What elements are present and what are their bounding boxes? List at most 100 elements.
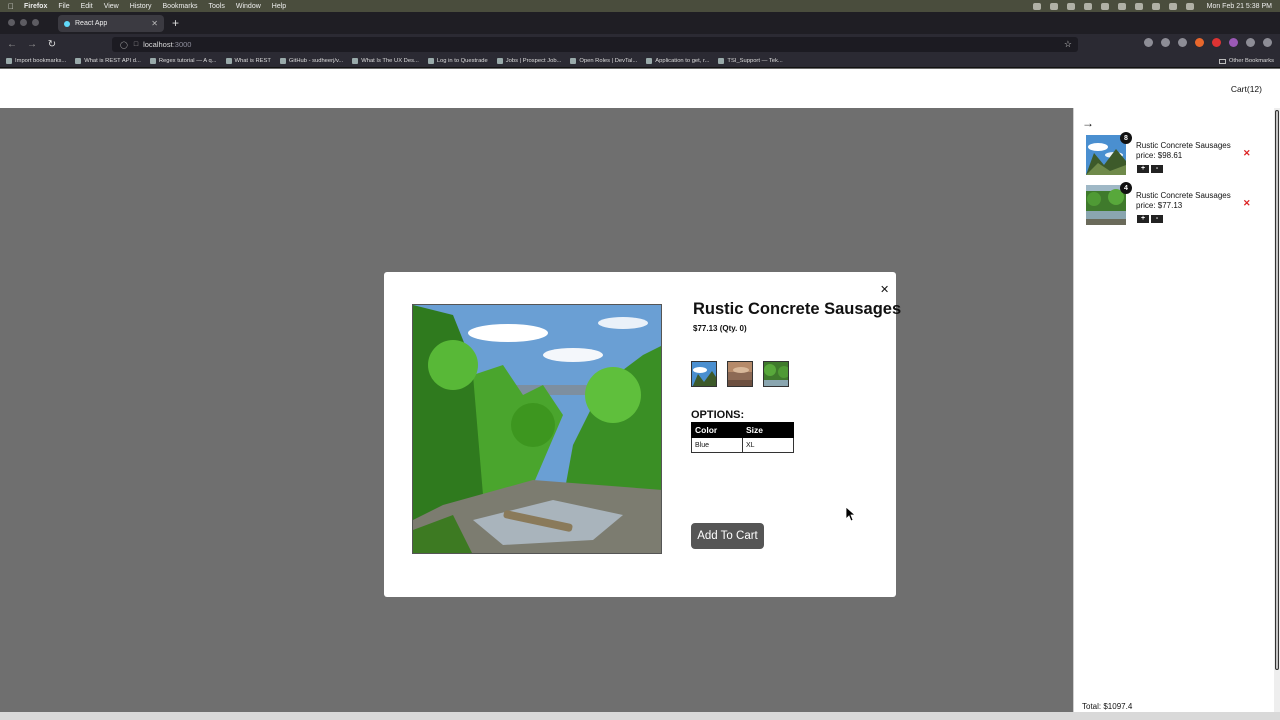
- bookmark-item[interactable]: Regex tutorial — A q...: [149, 58, 217, 64]
- search-icon[interactable]: [1168, 2, 1177, 10]
- close-tab-icon[interactable]: ✕: [151, 19, 158, 28]
- cart-link[interactable]: Cart(12): [1231, 84, 1262, 94]
- option-color-value[interactable]: Blue: [691, 437, 743, 453]
- macos-menu-bar:  Firefox File Edit View History Bookmar…: [0, 0, 1280, 12]
- bookmark-item[interactable]: What Is The UX Des...: [352, 58, 419, 64]
- bookmark-label: GitHub - sudheerj/v...: [288, 58, 344, 64]
- menu-file[interactable]: File: [58, 3, 69, 10]
- menu-bookmarks[interactable]: Bookmarks: [163, 3, 198, 10]
- browser-tab[interactable]: React App ✕: [58, 15, 164, 32]
- bookmark-item[interactable]: Application to get, r...: [646, 58, 709, 64]
- url-port: :3000: [172, 40, 192, 49]
- browser-nav-bar: ← → ↻ ◯ □ localhost:3000 ☆: [0, 34, 1280, 55]
- product-thumbnail[interactable]: [691, 361, 717, 387]
- cart-qty-controls: + -: [1137, 165, 1163, 173]
- increase-qty-button[interactable]: +: [1137, 165, 1149, 173]
- forward-icon[interactable]: →: [22, 39, 42, 50]
- product-main-image: [412, 304, 662, 554]
- close-window-icon[interactable]: [8, 19, 15, 26]
- library-icon[interactable]: [1178, 38, 1187, 47]
- arrow-right-icon[interactable]: →: [1082, 117, 1094, 129]
- options-table: Color Size Blue XL: [691, 422, 794, 453]
- scrollbar-thumb[interactable]: [1275, 110, 1279, 670]
- github-icon: [279, 58, 286, 64]
- page-info-icon[interactable]: □: [134, 41, 138, 48]
- account-icon[interactable]: [1246, 38, 1255, 47]
- remove-item-icon[interactable]: ✕: [1243, 198, 1251, 209]
- bookmark-item[interactable]: What is REST: [225, 58, 271, 64]
- control-center-icon[interactable]: [1185, 2, 1194, 10]
- url-bar[interactable]: ◯ □ localhost:3000 ☆: [112, 37, 1078, 52]
- bookmark-item[interactable]: Open Roles | DevTal...: [570, 58, 637, 64]
- bookmark-icon: [149, 58, 156, 64]
- app-header: Cart(12): [0, 69, 1280, 108]
- status-icon[interactable]: [1100, 2, 1109, 10]
- reload-icon[interactable]: ↻: [42, 39, 62, 50]
- window-controls: [8, 19, 39, 26]
- pocket-icon[interactable]: [1144, 38, 1153, 47]
- option-size-value[interactable]: XL: [742, 437, 794, 453]
- options-header-row: Color Size: [691, 422, 794, 438]
- product-thumbnail[interactable]: [727, 361, 753, 387]
- menu-window[interactable]: Window: [236, 3, 261, 10]
- product-title: Rustic Concrete Sausages: [693, 300, 902, 318]
- options-header-color: Color: [691, 422, 743, 438]
- close-modal-icon[interactable]: ✕: [880, 283, 889, 296]
- menu-clock[interactable]: Mon Feb 21 5:38 PM: [1207, 3, 1272, 10]
- new-tab-icon[interactable]: +: [172, 16, 179, 30]
- status-icon[interactable]: [1032, 2, 1041, 10]
- bookmark-label: Jobs | Prospect Job...: [505, 58, 562, 64]
- status-icon[interactable]: [1066, 2, 1075, 10]
- overflow-menu-icon[interactable]: [1263, 38, 1272, 47]
- menu-tools[interactable]: Tools: [209, 3, 225, 10]
- page-content: Cart(12) → 8 Rustic Concrete Sausages pr…: [0, 69, 1280, 712]
- bookmark-item[interactable]: Import bookmarks...: [6, 58, 66, 64]
- bookmark-icon: [496, 58, 503, 64]
- battery-icon[interactable]: [1151, 2, 1160, 10]
- status-icon[interactable]: [1083, 2, 1092, 10]
- menu-app-name[interactable]: Firefox: [24, 3, 47, 10]
- menu-history[interactable]: History: [130, 3, 152, 10]
- minimize-window-icon[interactable]: [20, 19, 27, 26]
- increase-qty-button[interactable]: +: [1137, 215, 1149, 223]
- cart-item: 8 Rustic Concrete Sausages price: $98.61…: [1086, 132, 1266, 177]
- bookmark-item[interactable]: Jobs | Prospect Job...: [496, 58, 562, 64]
- extension-icon[interactable]: [1195, 38, 1204, 47]
- globe-icon: [718, 58, 725, 64]
- bookmark-item[interactable]: Log in to Questrade: [427, 58, 488, 64]
- tracking-shield-icon[interactable]: ◯: [120, 41, 128, 49]
- back-icon[interactable]: ←: [2, 39, 22, 50]
- menu-edit[interactable]: Edit: [81, 3, 93, 10]
- downloads-icon[interactable]: [1161, 38, 1170, 47]
- bookmark-star-icon[interactable]: ☆: [1064, 39, 1072, 50]
- extension-icon[interactable]: [1212, 38, 1221, 47]
- bookmark-label: Application to get, r...: [655, 58, 710, 64]
- menu-view[interactable]: View: [104, 3, 119, 10]
- cart-qty-controls: + -: [1137, 215, 1163, 223]
- bookmark-label: Regex tutorial — A q...: [158, 58, 217, 64]
- status-icon[interactable]: [1049, 2, 1058, 10]
- bookmark-icon: [6, 58, 12, 64]
- menu-help[interactable]: Help: [272, 3, 286, 10]
- wifi-icon[interactable]: [1134, 2, 1143, 10]
- tab-title: React App: [75, 20, 108, 27]
- bookmark-item[interactable]: TSI_Support — Tek...: [718, 58, 783, 64]
- options-heading: OPTIONS:: [691, 409, 745, 421]
- page-scrollbar[interactable]: [1274, 108, 1280, 712]
- add-to-cart-button[interactable]: Add To Cart: [691, 523, 764, 549]
- zoom-window-icon[interactable]: [32, 19, 39, 26]
- bookmark-item[interactable]: GitHub - sudheerj/v...: [279, 58, 344, 64]
- remove-item-icon[interactable]: ✕: [1243, 148, 1251, 159]
- cart-qty-badge: 8: [1120, 132, 1132, 144]
- status-icon[interactable]: [1117, 2, 1126, 10]
- cart-total: Total: $1097.4: [1082, 702, 1133, 711]
- extension-icon[interactable]: [1229, 38, 1238, 47]
- other-bookmarks[interactable]: Other Bookmarks: [1218, 58, 1274, 64]
- bookmark-item[interactable]: What is REST API d...: [75, 58, 141, 64]
- window-bottom-edge: [0, 712, 1280, 720]
- options-row[interactable]: Blue XL: [691, 437, 794, 453]
- decrease-qty-button[interactable]: -: [1151, 165, 1163, 173]
- apple-icon[interactable]: : [8, 2, 14, 11]
- product-thumbnail[interactable]: [763, 361, 789, 387]
- decrease-qty-button[interactable]: -: [1151, 215, 1163, 223]
